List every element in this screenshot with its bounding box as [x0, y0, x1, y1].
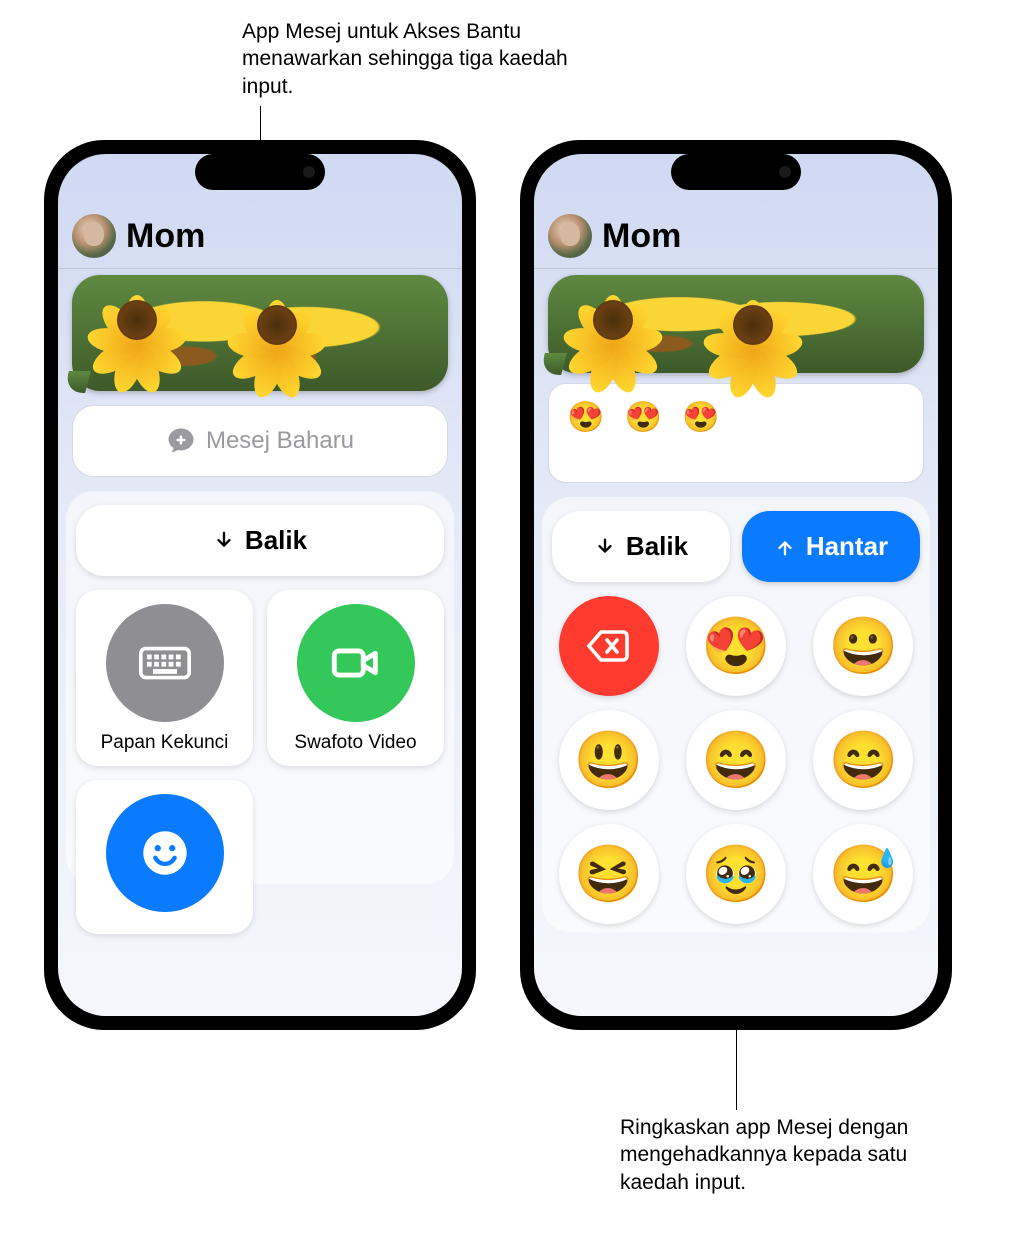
new-message-field[interactable]: Mesej Baharu	[72, 405, 448, 477]
emoji-button[interactable]: 😄	[686, 710, 786, 810]
emoji-button[interactable]: 🥹	[686, 824, 786, 924]
callout-top: App Mesej untuk Akses Bantu menawarkan s…	[242, 18, 572, 100]
method-video-label: Swafoto Video	[294, 732, 416, 754]
back-label: Balik	[245, 525, 307, 556]
message-photo-bubble	[72, 275, 448, 391]
dynamic-island	[671, 154, 801, 190]
emoji-button[interactable]: 😄	[813, 710, 913, 810]
emoji-icon	[106, 794, 224, 912]
new-message-icon	[166, 426, 196, 456]
emoji-button[interactable]: 😍	[686, 596, 786, 696]
backspace-icon	[585, 622, 633, 670]
new-message-placeholder: Mesej Baharu	[206, 427, 354, 455]
arrow-up-icon	[774, 536, 796, 558]
callout-bottom: Ringkaskan app Mesej dengan mengehadkann…	[620, 1114, 940, 1196]
arrow-down-icon	[213, 530, 235, 552]
message-photo-bubble	[548, 275, 924, 373]
back-button[interactable]: Balik	[552, 511, 730, 582]
back-label: Balik	[626, 531, 688, 562]
method-emoji[interactable]	[76, 780, 253, 934]
emoji-grid: 😍 😀 😃 😄 😄 😆 🥹 😅	[552, 596, 920, 932]
emoji-button[interactable]: 😃	[559, 710, 659, 810]
send-label: Hantar	[806, 531, 888, 562]
emoji-button[interactable]: 😅	[813, 824, 913, 924]
method-keyboard[interactable]: Papan Kekunci	[76, 590, 253, 766]
video-icon	[297, 604, 415, 722]
emoji-button[interactable]: 😀	[813, 596, 913, 696]
avatar	[548, 214, 592, 258]
contact-name: Mom	[126, 217, 205, 256]
contact-name: Mom	[602, 217, 681, 256]
arrow-down-icon	[594, 536, 616, 558]
send-button[interactable]: Hantar	[742, 511, 920, 582]
back-button[interactable]: Balik	[76, 505, 444, 576]
emoji-button[interactable]: 😆	[559, 824, 659, 924]
bottom-panel: Balik Hantar 😍 😀 😃 😄 😄 😆 🥹 😅	[542, 497, 930, 932]
screen-left: Mom Mesej Baharu Balik Papan Kekun	[58, 154, 462, 1016]
method-video[interactable]: Swafoto Video	[267, 590, 444, 766]
compose-field[interactable]: 😍 😍 😍	[548, 383, 924, 483]
phone-left: Mom Mesej Baharu Balik Papan Kekun	[44, 140, 476, 1030]
delete-button[interactable]	[559, 596, 659, 696]
avatar	[72, 214, 116, 258]
callout-line-bottom	[736, 1030, 737, 1110]
screen-right: Mom 😍 😍 😍 Balik Hantar	[534, 154, 938, 1016]
dynamic-island	[195, 154, 325, 190]
callout-line-top	[260, 106, 261, 142]
bottom-panel: Balik Papan Kekunci Swafoto Video	[66, 491, 454, 884]
keyboard-icon	[106, 604, 224, 722]
phone-right: Mom 😍 😍 😍 Balik Hantar	[520, 140, 952, 1030]
method-keyboard-label: Papan Kekunci	[101, 732, 229, 754]
